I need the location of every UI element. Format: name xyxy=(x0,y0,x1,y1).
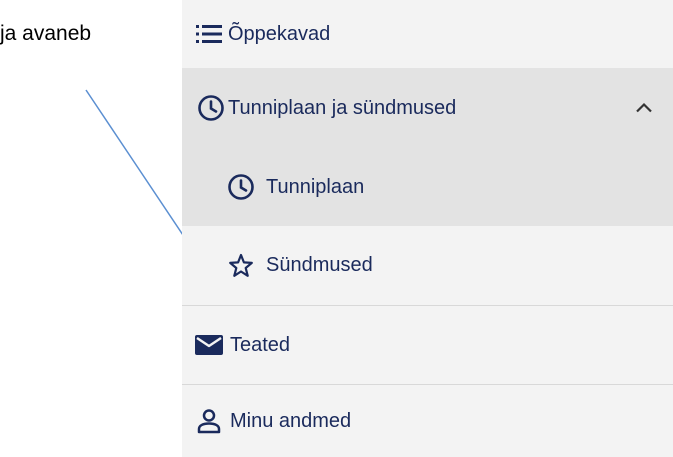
menu-item-label: Sündmused xyxy=(266,254,373,276)
list-icon xyxy=(194,19,224,49)
menu-item-teated[interactable]: Teated xyxy=(182,306,673,384)
menu-item-label: Tunniplaan ja sündmused xyxy=(228,96,457,119)
star-icon xyxy=(226,251,256,281)
clock-icon xyxy=(226,172,256,202)
menu-group-tunniplaan-ja-sundmused[interactable]: Tunniplaan ja sündmused xyxy=(182,68,673,148)
submenu-item-tunniplaan[interactable]: Tunniplaan xyxy=(182,148,673,226)
menu-item-label: Tunniplaan xyxy=(266,175,365,198)
envelope-icon xyxy=(194,330,224,360)
side-menu: Õppekavad Tunniplaan ja sündmused Tunnip… xyxy=(182,0,673,457)
chevron-up-icon[interactable] xyxy=(635,97,653,120)
menu-item-label: Minu andmed xyxy=(230,409,352,432)
submenu-item-sundmused[interactable]: Sündmused xyxy=(182,226,673,305)
menu-item-minu-andmed[interactable]: Minu andmed xyxy=(182,385,673,457)
person-icon xyxy=(194,406,224,436)
menu-item-oppekavad[interactable]: Õppekavad xyxy=(182,0,673,68)
clock-icon xyxy=(196,93,226,123)
annotation-text: ja avaneb xyxy=(0,22,92,45)
menu-item-label: Teated xyxy=(230,333,291,356)
menu-item-label: Õppekavad xyxy=(228,22,331,45)
